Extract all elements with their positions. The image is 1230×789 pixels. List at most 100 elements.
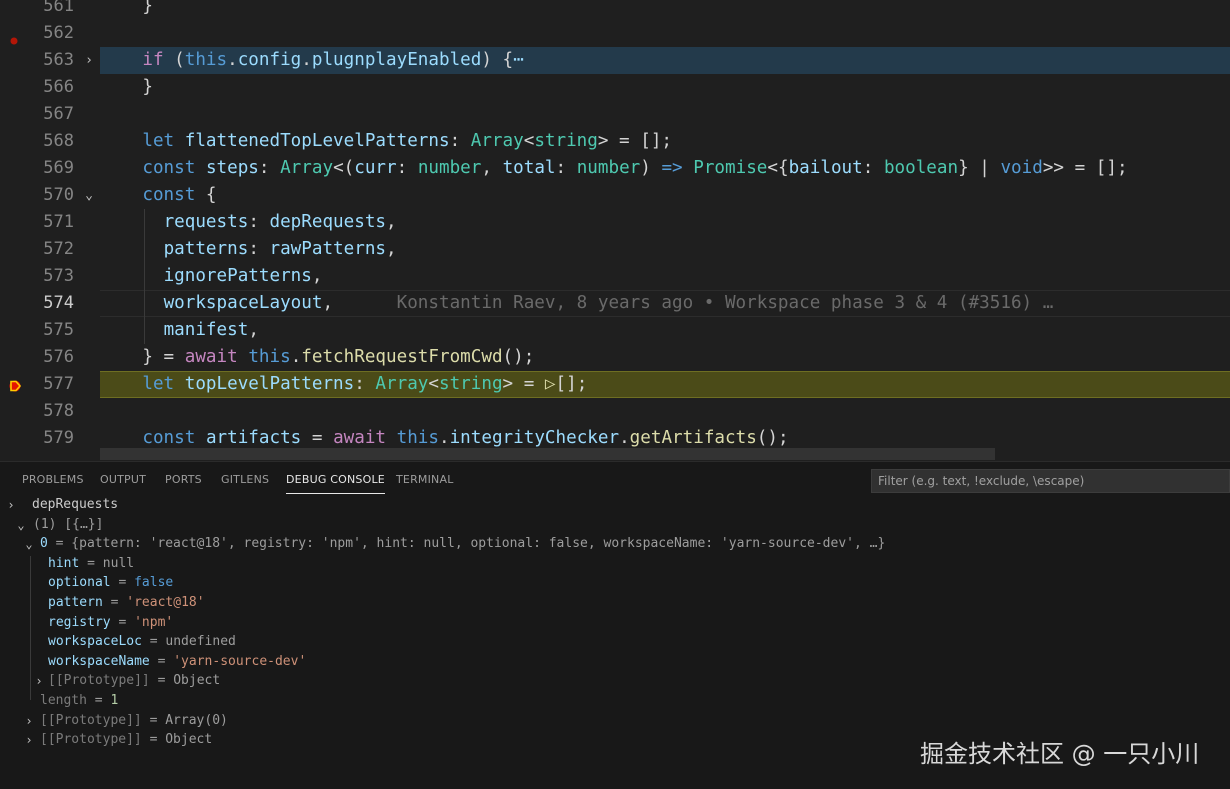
panel-tabs: PROBLEMS OUTPUT PORTS GITLENS DEBUG CONSOLE T… bbox=[0, 462, 860, 498]
tree-expand-icon[interactable]: › bbox=[22, 711, 36, 731]
code-token: ( bbox=[163, 50, 185, 70]
line-number: 566 bbox=[43, 77, 74, 97]
code-line[interactable]: 572 patterns: rawPatterns, bbox=[0, 236, 1230, 263]
debug-stopped-arrow-icon[interactable] bbox=[8, 378, 22, 392]
console-token: 'npm' bbox=[134, 614, 174, 630]
horizontal-scrollbar[interactable] bbox=[100, 448, 995, 460]
code-token: { bbox=[195, 185, 217, 205]
panel-tab-ports[interactable]: PORTS bbox=[165, 473, 202, 493]
code-token: number bbox=[576, 158, 641, 178]
code-line[interactable]: 566 } bbox=[0, 74, 1230, 101]
code-token: . bbox=[301, 50, 312, 70]
console-value: workspaceLoc = undefined bbox=[48, 632, 236, 652]
fold-expand-icon[interactable]: › bbox=[82, 47, 96, 74]
console-value: [[Prototype]] = Object bbox=[48, 671, 220, 691]
console-token: null bbox=[102, 555, 135, 571]
code-token: ignorePatterns bbox=[163, 266, 312, 286]
code-token: getArtifacts bbox=[629, 428, 757, 448]
code-token: > = []; bbox=[597, 131, 673, 151]
console-token: [[Prototype]] bbox=[40, 732, 142, 748]
panel-tab-debug-console[interactable]: DEBUG CONSOLE bbox=[286, 473, 385, 494]
line-number: 573 bbox=[43, 266, 74, 286]
code-token: < bbox=[523, 131, 535, 151]
code-editor[interactable]: 561 } 562 563 › if (this.config.plugnplayEn… bbox=[0, 0, 1230, 460]
tree-expand-icon[interactable]: › bbox=[32, 671, 46, 691]
code-line[interactable]: 568 let flattenedTopLevelPatterns: Array… bbox=[0, 128, 1230, 155]
code-line[interactable]: 569 const steps: Array<(curr: number, to… bbox=[0, 155, 1230, 182]
code-token: ) bbox=[640, 158, 662, 178]
code-token: Array bbox=[375, 374, 429, 394]
console-value: pattern = 'react@18' bbox=[48, 593, 205, 613]
code-token: (); bbox=[756, 428, 789, 448]
watermark: 掘金技术社区 @ 一只小川 bbox=[920, 740, 1200, 768]
breakpoint-hint-icon[interactable] bbox=[10, 30, 18, 45]
code-token: total bbox=[502, 158, 556, 178]
console-token: = bbox=[141, 634, 166, 650]
code-text: } bbox=[100, 74, 153, 101]
code-token: this bbox=[248, 347, 291, 367]
tree-expand-icon[interactable]: › bbox=[22, 730, 36, 750]
code-token: const bbox=[142, 428, 196, 448]
code-token: if bbox=[142, 50, 164, 70]
code-token: => bbox=[661, 158, 683, 178]
console-value: workspaceName = 'yarn-source-dev' bbox=[48, 652, 306, 672]
console-filter-input[interactable]: Filter (e.g. text, !exclude, \escape) bbox=[871, 469, 1230, 493]
code-line[interactable]: 562 bbox=[0, 20, 1230, 47]
console-token: = bbox=[110, 575, 135, 591]
code-text: const { bbox=[100, 182, 217, 209]
line-number: 561 bbox=[43, 0, 74, 16]
code-token: >> = []; bbox=[1042, 158, 1128, 178]
code-line[interactable]: 563 › if (this.config.plugnplayEnabled) {… bbox=[0, 47, 1230, 74]
code-token: . bbox=[439, 428, 450, 448]
console-value: 0 = {pattern: 'react@18', registry: 'npm… bbox=[40, 534, 885, 554]
code-line[interactable]: 577 let topLevelPatterns: Array<string> … bbox=[0, 371, 1230, 398]
code-line[interactable]: 571 requests: depRequests, bbox=[0, 209, 1230, 236]
fold-collapse-icon[interactable]: ⌄ bbox=[82, 182, 96, 209]
tree-expand-icon[interactable]: › bbox=[4, 495, 18, 515]
line-number: 578 bbox=[43, 401, 74, 421]
code-token: workspaceLayout bbox=[163, 293, 323, 313]
line-number: 567 bbox=[43, 104, 74, 124]
code-line[interactable]: 574 workspaceLayout, Konstantin Raev, 8 … bbox=[0, 290, 1230, 317]
line-number: 574 bbox=[43, 293, 74, 313]
code-line[interactable]: 578 bbox=[0, 398, 1230, 425]
console-token: 1 bbox=[110, 693, 119, 708]
console-token: (1) [{…}] bbox=[33, 516, 104, 532]
code-token: bailout bbox=[788, 158, 863, 178]
panel-tab-gitlens[interactable]: GITLENS bbox=[221, 473, 269, 493]
code-token: . bbox=[619, 428, 630, 448]
code-text: manifest, bbox=[100, 317, 259, 344]
panel-tab-problems[interactable]: PROBLEMS bbox=[22, 473, 84, 493]
code-text: if (this.config.plugnplayEnabled) {⋯ bbox=[100, 47, 524, 74]
code-token: : bbox=[449, 131, 471, 151]
code-line[interactable]: 573 ignorePatterns, bbox=[0, 263, 1230, 290]
tree-collapse-icon[interactable]: ⌄ bbox=[22, 534, 36, 554]
code-token: , bbox=[386, 212, 397, 232]
panel-tab-output[interactable]: OUTPUT bbox=[100, 473, 146, 493]
code-line[interactable]: 570 ⌄ const { bbox=[0, 182, 1230, 209]
code-token: boolean bbox=[883, 158, 959, 178]
code-token: const bbox=[142, 158, 196, 178]
code-token: ⋯ bbox=[513, 50, 524, 70]
console-token: 'yarn-source-dev' bbox=[173, 653, 307, 669]
console-value: [[Prototype]] = Object bbox=[40, 730, 212, 750]
code-token: await bbox=[333, 428, 387, 448]
tree-collapse-icon[interactable]: ⌄ bbox=[14, 515, 28, 535]
console-token: = {pattern: 'react@18', registry: 'npm',… bbox=[47, 536, 886, 552]
code-line[interactable]: 575 manifest, bbox=[0, 317, 1230, 344]
code-token: await bbox=[184, 347, 238, 367]
code-line[interactable]: 561 } bbox=[0, 0, 1230, 20]
panel-tab-terminal[interactable]: TERMINAL bbox=[396, 473, 454, 493]
code-line[interactable]: 576 } = await this.fetchRequestFromCwd()… bbox=[0, 344, 1230, 371]
code-token: } bbox=[100, 0, 153, 16]
console-token: length bbox=[40, 693, 87, 708]
code-token: <{ bbox=[767, 158, 789, 178]
code-line[interactable]: 567 bbox=[0, 101, 1230, 128]
